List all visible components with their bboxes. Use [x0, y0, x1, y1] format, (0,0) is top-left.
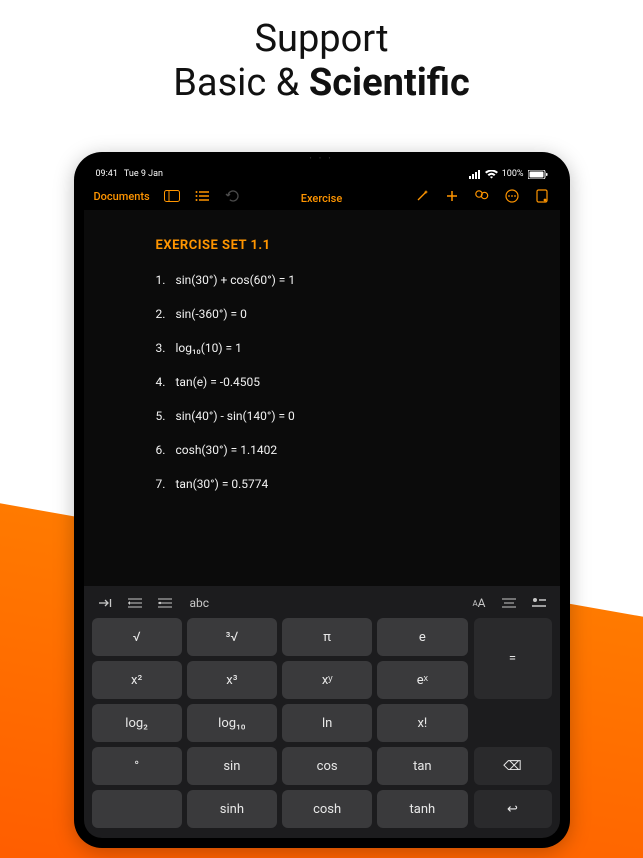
equation-item: 5.sin(40°) - sin(140°) = 0: [156, 409, 532, 423]
wand-icon[interactable]: [414, 188, 430, 204]
documents-button[interactable]: Documents: [94, 190, 150, 203]
indent-left-icon[interactable]: [128, 597, 142, 609]
key-side-column: = ⌫ ↩: [474, 618, 552, 828]
key-deg[interactable]: °: [92, 747, 182, 785]
app-toolbar: Documents Exercise: [84, 182, 560, 210]
collaborate-icon[interactable]: [474, 188, 490, 204]
key-log2[interactable]: log₂: [92, 704, 182, 742]
key-sin[interactable]: sin: [187, 747, 277, 785]
keyboard-toolbar: abc AA: [92, 592, 552, 618]
text-size-icon[interactable]: AA: [472, 596, 485, 610]
key-ex[interactable]: eˣ: [377, 661, 467, 699]
key-cbrt[interactable]: ³√: [187, 618, 277, 656]
side-spacer: [474, 704, 552, 742]
keyboard: abc AA: [84, 586, 560, 838]
key-xy[interactable]: xʸ: [282, 661, 372, 699]
equation-item: 7.tan(30°) = 0.5774: [156, 477, 532, 491]
undo-icon[interactable]: [224, 188, 240, 204]
list-icon[interactable]: [194, 188, 210, 204]
format-icon[interactable]: [532, 597, 546, 609]
key-equals[interactable]: =: [474, 618, 552, 699]
battery-percent: 100%: [502, 169, 524, 179]
wifi-icon: [485, 170, 498, 179]
key-blank[interactable]: [92, 790, 182, 828]
section-title: EXERCISE SET 1.1: [156, 238, 532, 253]
signal-icon: [469, 170, 481, 179]
page-title: Exercise: [301, 192, 342, 205]
tab-icon[interactable]: [98, 597, 112, 609]
equation-item: 3.log₁₀(10) = 1: [156, 341, 532, 355]
abc-toggle[interactable]: abc: [190, 596, 210, 610]
key-cos[interactable]: cos: [282, 747, 372, 785]
key-grid: √ ³√ π e x² x³ xʸ eˣ log₂ log₁₀ ln x!: [92, 618, 468, 828]
marketing-title: Support Basic & Scientific: [0, 0, 643, 105]
key-tanh[interactable]: tanh: [377, 790, 467, 828]
key-enter[interactable]: ↩: [474, 790, 552, 828]
key-ln[interactable]: ln: [282, 704, 372, 742]
key-x2[interactable]: x²: [92, 661, 182, 699]
marketing-line1: Support: [0, 18, 643, 62]
equation-list: 1.sin(30°) + cos(60°) = 1 2.sin(-360°) =…: [156, 273, 532, 491]
plus-icon[interactable]: [444, 188, 460, 204]
key-sinh[interactable]: sinh: [187, 790, 277, 828]
camera-dots: • • •: [309, 155, 333, 162]
key-tan[interactable]: tan: [377, 747, 467, 785]
status-bar: 09:41 Tue 9 Jan 100%: [84, 164, 560, 182]
equation-item: 4.tan(e) = -0.4505: [156, 375, 532, 389]
key-backspace[interactable]: ⌫: [474, 747, 552, 785]
key-x3[interactable]: x³: [187, 661, 277, 699]
tablet-frame: • • • 09:41 Tue 9 Jan 1: [74, 152, 570, 848]
equation-item: 6.cosh(30°) = 1.1402: [156, 443, 532, 457]
align-icon[interactable]: [502, 597, 516, 609]
bookmark-icon[interactable]: [534, 188, 550, 204]
marketing-line2: Basic & Scientific: [0, 62, 643, 106]
battery-icon: [528, 170, 548, 179]
key-log10[interactable]: log₁₀: [187, 704, 277, 742]
equation-item: 2.sin(-360°) = 0: [156, 307, 532, 321]
status-date: Tue 9 Jan: [124, 169, 163, 179]
equation-item: 1.sin(30°) + cos(60°) = 1: [156, 273, 532, 287]
screen: 09:41 Tue 9 Jan 100%: [84, 164, 560, 838]
indent-right-icon[interactable]: [158, 597, 172, 609]
key-pi[interactable]: π: [282, 618, 372, 656]
key-sqrt[interactable]: √: [92, 618, 182, 656]
sidebar-icon[interactable]: [164, 188, 180, 204]
content-area[interactable]: EXERCISE SET 1.1 1.sin(30°) + cos(60°) =…: [84, 210, 560, 586]
key-cosh[interactable]: cosh: [282, 790, 372, 828]
key-e[interactable]: e: [377, 618, 467, 656]
more-icon[interactable]: [504, 188, 520, 204]
status-time: 09:41: [96, 169, 118, 179]
key-fact[interactable]: x!: [377, 704, 467, 742]
